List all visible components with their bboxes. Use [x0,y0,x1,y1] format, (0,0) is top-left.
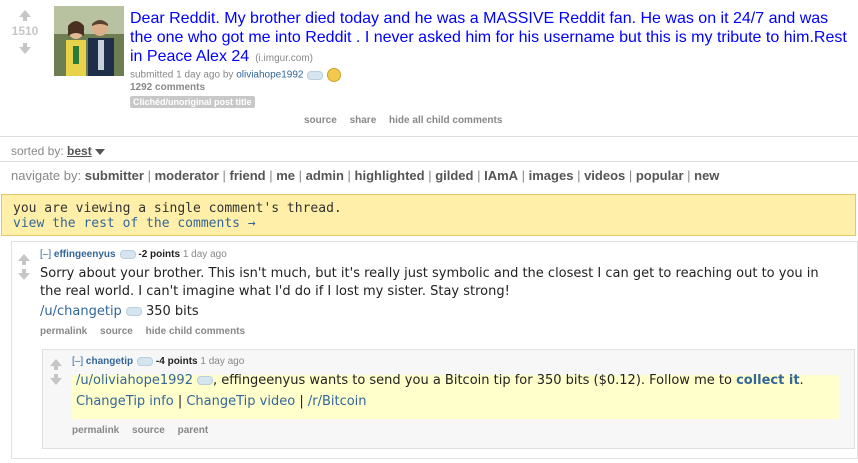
bitcoin-subreddit-link[interactable]: /r/Bitcoin [308,394,367,409]
sort-label: sorted by: [11,144,64,158]
upvote-icon[interactable] [19,10,31,17]
navigate-label: navigate by: [11,168,82,183]
post-vote-column: 1510 [0,0,50,70]
nav-highlighted[interactable]: highlighted [355,168,425,183]
nav-gilded[interactable]: gilded [435,168,473,183]
changetip-video-link[interactable]: ChangeTip video [186,394,295,409]
nav-iama[interactable]: IAmA [484,168,518,183]
nav-popular[interactable]: popular [636,168,684,183]
comment-body: Sorry about your brother. This isn't muc… [40,266,819,299]
post-thumbnail[interactable] [54,6,124,76]
mentioned-user-link[interactable]: /u/oliviahope1992 [76,373,193,388]
hide-all-child-comments-button[interactable]: hide all child comments [389,115,502,126]
child-comment: [–] changetip -4 points 1 day ago /u/oli… [42,349,855,449]
trophy-icon [327,68,342,82]
downvote-stem [54,374,58,378]
notice-text: you are viewing a single comment's threa… [13,201,342,216]
post-domain[interactable]: (i.imgur.com) [255,53,313,64]
view-rest-link[interactable]: view the rest of the comments → [13,216,256,231]
hide-child-comments-button[interactable]: hide child comments [146,326,245,337]
changetip-info-link[interactable]: ChangeTip info [76,394,174,409]
nav-me[interactable]: me [276,168,295,183]
reddit-stream-icon[interactable] [196,376,213,385]
nav-videos[interactable]: videos [584,168,625,183]
nav-images[interactable]: images [529,168,574,183]
post-tagline: submitted 1 day ago by oliviahope1992 [130,68,342,82]
upvote-stem [54,366,58,370]
tip-amount: 350 bits [145,304,199,319]
submitted-text: submitted 1 day ago by [130,69,234,81]
comment-body-text: , effingeenyus wants to send you a Bitco… [212,373,732,388]
chevron-down-icon[interactable] [95,148,106,155]
post-flair: Clichéd/unoriginal post title [130,96,255,108]
reddit-stream-icon[interactable] [125,307,142,316]
source-button[interactable]: source [132,425,165,436]
single-thread-notice: you are viewing a single comment's threa… [1,194,856,236]
downvote-stem [22,269,26,273]
comment-author[interactable]: effingeenyus [54,249,116,260]
post-title-text[interactable]: Dear Reddit. My brother died today and h… [130,10,847,65]
nav-admin[interactable]: admin [306,168,344,183]
upvote-icon[interactable] [50,359,62,366]
source-button[interactable]: source [304,115,337,126]
share-button[interactable]: share [350,115,377,126]
upvote-icon[interactable] [18,254,30,261]
comment-tagline: [–] effingeenyus -2 points 1 day ago [40,249,227,260]
comment-points: -2 points [138,249,181,260]
reddit-stream-icon[interactable] [137,356,154,366]
downvote-icon[interactable] [19,47,31,54]
nav-new[interactable]: new [694,168,719,183]
changetip-user-link[interactable]: /u/changetip [40,304,122,319]
source-button[interactable]: source [100,326,133,337]
tip-line: /u/changetip 350 bits [40,303,199,321]
sort-dropdown[interactable]: best [67,144,92,158]
comment-author[interactable]: changetip [86,356,133,367]
downvote-icon[interactable] [18,273,30,280]
post-title[interactable]: Dear Reddit. My brother died today and h… [130,9,850,68]
reddit-stream-icon[interactable] [119,249,136,259]
comment-buttons: permalink source parent [72,425,218,436]
collapse-toggle[interactable]: [–] [72,356,83,367]
parent-button[interactable]: parent [178,425,209,436]
downvote-icon[interactable] [50,378,62,385]
nav-submitter[interactable]: submitter [85,168,144,183]
upvote-stem [22,261,26,265]
comment: [–] effingeenyus -2 points 1 day ago Sor… [11,241,858,459]
navigate-bar: navigate by: submitter | moderator | fri… [11,168,720,183]
post-buttons: source share hide all child comments [304,115,512,126]
permalink-button[interactable]: permalink [72,425,119,436]
nav-friend[interactable]: friend [229,168,265,183]
thumbnail-photo [54,6,124,76]
comment-tagline: [–] changetip -4 points 1 day ago [72,356,244,367]
collect-it-link[interactable]: collect it [736,373,799,388]
post-author-link[interactable]: oliviahope1992 [236,70,303,81]
comment-body-period: . [799,373,804,388]
nav-moderator[interactable]: moderator [155,168,219,183]
comment-buttons: permalink source hide child comments [40,326,255,337]
reddit-stream-icon[interactable] [307,70,324,80]
changetip-links: ChangeTip info | ChangeTip video | /r/Bi… [76,394,367,409]
comment-points: -4 points [155,356,198,367]
collapse-toggle[interactable]: [–] [40,249,51,260]
post-score: 1510 [11,24,39,38]
divider [0,161,858,162]
comment-time: 1 day ago [182,249,227,260]
sort-bar: sorted by: best [11,144,106,158]
comment-time: 1 day ago [200,356,245,367]
comment-body: /u/oliviahope1992 , effingeenyus wants to… [76,372,846,390]
comments-link[interactable]: 1292 comments [130,82,205,93]
divider [0,136,858,137]
permalink-button[interactable]: permalink [40,326,87,337]
upvote-stem [23,17,27,21]
